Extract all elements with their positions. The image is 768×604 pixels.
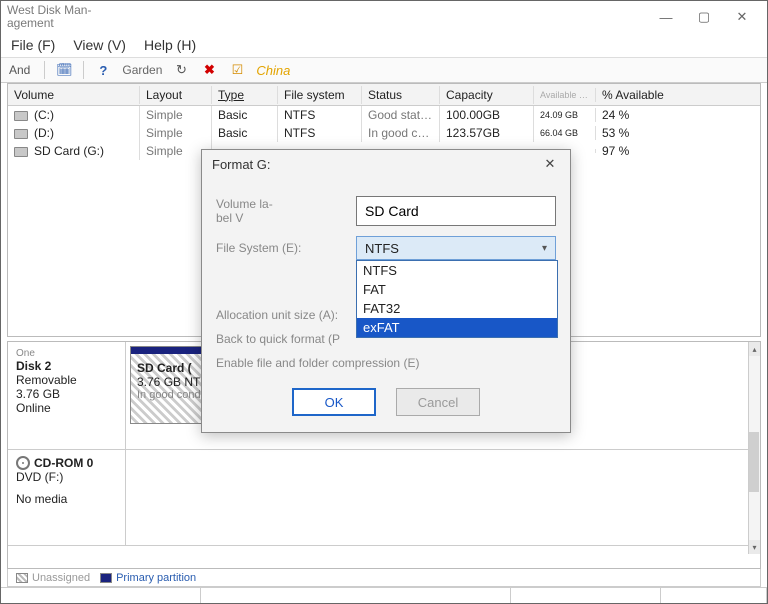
cell-free: 66.04 GB <box>534 126 596 140</box>
legend-bar: Unassigned Primary partition <box>7 569 761 587</box>
fs-option-exfat[interactable]: exFAT <box>357 318 557 337</box>
fs-option-fat[interactable]: FAT <box>357 280 557 299</box>
disk-body-empty <box>126 450 760 545</box>
legend-unassigned: Unassigned <box>32 572 90 584</box>
dialog-buttons: OK Cancel <box>216 388 556 416</box>
chevron-down-icon: ▾ <box>542 243 547 254</box>
dialog-title: Format G: <box>212 157 271 172</box>
col-available[interactable]: Available space <box>534 88 596 102</box>
title-bar: West Disk Man- agement — ▢ ✕ <box>1 1 767 33</box>
cell-free: 24.09 GB <box>534 108 596 122</box>
col-layout[interactable]: Layout <box>140 86 212 104</box>
disk-name: Disk 2 <box>16 359 117 373</box>
cell-volume: (D:) <box>34 126 54 140</box>
dialog-title-bar[interactable]: Format G: ✕ <box>202 150 570 178</box>
filesystem-select[interactable]: NTFS ▾ NTFS FAT FAT32 exFAT <box>356 236 556 260</box>
cell-pct: 97 % <box>596 142 760 160</box>
label-allocation: Allocation unit size (A): <box>216 308 338 322</box>
drive-icon <box>14 111 28 121</box>
menu-bar: File (F) View (V) Help (H) <box>1 33 767 57</box>
toolbar-divider <box>44 61 45 79</box>
legend-primary: Primary partition <box>116 572 196 584</box>
drive-icon <box>14 129 28 139</box>
menu-file[interactable]: File (F) <box>11 37 55 53</box>
row-filesystem: File System (E): NTFS ▾ NTFS FAT FAT32 e… <box>216 236 556 260</box>
legend-swatch-primary <box>100 573 112 583</box>
cell-pct: 24 % <box>596 106 760 124</box>
filesystem-selected-value: NTFS <box>365 241 399 256</box>
disk-name: CD-ROM 0 <box>16 456 117 470</box>
cell-fs: NTFS <box>278 106 362 124</box>
cdrom-state: No media <box>16 492 117 506</box>
col-volume[interactable]: Volume <box>8 86 140 104</box>
col-status[interactable]: Status <box>362 86 440 104</box>
drive-icon <box>14 147 28 157</box>
tool-bar: And 🗓 ? Garden ↻ ✖ ☑ China <box>1 57 767 83</box>
menu-help[interactable]: Help (H) <box>144 37 196 53</box>
disk-top-label: One <box>16 348 117 359</box>
cdrom-icon <box>16 456 30 470</box>
volume-label-input[interactable] <box>356 196 556 226</box>
disk-info-panel[interactable]: One Disk 2 Removable 3.76 GB Online <box>8 342 126 449</box>
cell-pct: 53 % <box>596 124 760 142</box>
refresh-icon[interactable]: ↻ <box>172 61 190 79</box>
cell-layout: Simple <box>140 124 212 142</box>
cell-fs: NTFS <box>278 124 362 142</box>
calendar-icon[interactable]: 🗓 <box>55 61 73 79</box>
disk-size: 3.76 GB <box>16 387 117 401</box>
row-volume-label: Volume la- bel V <box>216 196 556 226</box>
label-quickformat: Back to quick format (P <box>216 332 340 346</box>
cdrom-drive: DVD (F:) <box>16 470 117 484</box>
label-filesystem: File System (E): <box>216 241 356 255</box>
legend-swatch-unassigned <box>16 573 28 583</box>
ok-button[interactable]: OK <box>292 388 376 416</box>
delete-icon[interactable]: ✖ <box>200 61 218 79</box>
cell-capacity: 100.00GB <box>440 106 534 124</box>
fs-option-ntfs[interactable]: NTFS <box>357 261 557 280</box>
dialog-body: Volume la- bel V File System (E): NTFS ▾… <box>202 178 570 432</box>
maximize-button[interactable]: ▢ <box>685 3 723 31</box>
col-filesystem[interactable]: File system <box>278 86 362 104</box>
cell-status: Good status ( <box>362 106 440 124</box>
close-button[interactable]: ✕ <box>723 3 761 31</box>
cell-volume: SD Card (G:) <box>34 144 104 158</box>
toolbar-label-and: And <box>9 63 30 77</box>
cell-type: Basic <box>212 124 278 142</box>
window-title: West Disk Man- agement <box>7 4 97 30</box>
cell-capacity: 123.57GB <box>440 124 534 142</box>
disk-info-panel[interactable]: CD-ROM 0 DVD (F:) No media <box>8 450 126 545</box>
system-buttons: — ▢ ✕ <box>647 3 761 31</box>
toolbar-label-china: China <box>256 63 290 78</box>
volume-table-header: Volume Layout Type File system Status Ca… <box>8 84 760 106</box>
disk-kind: Removable <box>16 373 117 387</box>
help-icon[interactable]: ? <box>94 61 112 79</box>
check-icon[interactable]: ☑ <box>228 61 246 79</box>
label-volume: Volume la- bel V <box>216 197 356 225</box>
filesystem-select-display[interactable]: NTFS ▾ <box>356 236 556 260</box>
menu-view[interactable]: View (V) <box>73 37 126 53</box>
cancel-button[interactable]: Cancel <box>396 388 480 416</box>
toolbar-label-garden: Garden <box>122 63 162 77</box>
table-row[interactable]: (D:) Simple Basic NTFS In good condition… <box>8 124 760 142</box>
toolbar-divider <box>83 61 84 79</box>
fs-option-fat32[interactable]: FAT32 <box>357 299 557 318</box>
filesystem-dropdown: NTFS FAT FAT32 exFAT <box>356 260 558 338</box>
cell-volume: (C:) <box>34 108 54 122</box>
col-percent[interactable]: % Available <box>596 86 760 104</box>
label-compression: Enable file and folder compression (E) <box>216 356 419 370</box>
table-row[interactable]: (C:) Simple Basic NTFS Good status ( 100… <box>8 106 760 124</box>
status-bar <box>1 587 767 603</box>
disk-state: Online <box>16 401 117 415</box>
cell-type: Basic <box>212 106 278 124</box>
disk-row-cdrom: CD-ROM 0 DVD (F:) No media <box>8 450 760 546</box>
format-dialog: Format G: ✕ Volume la- bel V File System… <box>201 149 571 433</box>
col-type[interactable]: Type <box>212 86 278 104</box>
cell-status: In good condition (... <box>362 124 440 142</box>
minimize-button[interactable]: — <box>647 3 685 31</box>
row-compression: Enable file and folder compression (E) <box>216 356 556 370</box>
cell-layout: Simple <box>140 106 212 124</box>
dialog-close-button[interactable]: ✕ <box>540 154 560 174</box>
app-window: West Disk Man- agement — ▢ ✕ File (F) Vi… <box>0 0 768 604</box>
col-capacity[interactable]: Capacity <box>440 86 534 104</box>
